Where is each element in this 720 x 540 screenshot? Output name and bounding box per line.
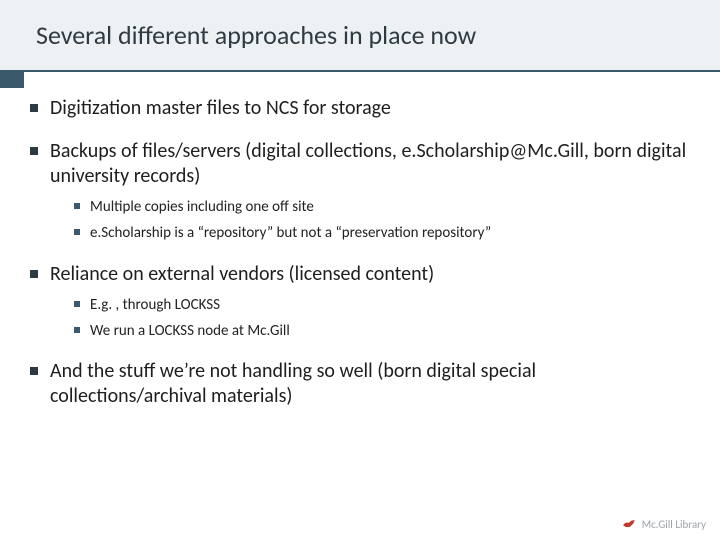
bullet-text: Reliance on external vendors (licensed c…: [50, 262, 434, 286]
accent-bar: [0, 70, 24, 88]
bullet-text: Multiple copies including one off site: [90, 198, 314, 216]
list-item: Digitization master files to NCS for sto…: [30, 96, 690, 121]
bullet-text: And the stuff we’re not handling so well…: [50, 359, 536, 408]
divider: [24, 70, 720, 72]
bullet-text: Backups of files/servers (digital collec…: [50, 139, 686, 188]
sub-list: E.g. , through LOCKSS We run a LOCKSS no…: [74, 295, 690, 342]
list-item: We run a LOCKSS node at Mc.Gill: [74, 321, 690, 341]
list-item: Multiple copies including one off site: [74, 197, 690, 217]
content-area: Digitization master files to NCS for sto…: [0, 70, 720, 409]
list-item: Backups of files/servers (digital collec…: [30, 139, 690, 244]
list-item: Reliance on external vendors (licensed c…: [30, 262, 690, 342]
bullet-text: Digitization master files to NCS for sto…: [50, 96, 391, 120]
slide: Several different approaches in place no…: [0, 0, 720, 540]
list-item: e.Scholarship is a “repository” but not …: [74, 223, 690, 243]
bullet-text: e.Scholarship is a “repository” but not …: [90, 224, 491, 242]
title-band: Several different approaches in place no…: [0, 0, 720, 70]
bird-icon: [622, 517, 636, 532]
footer: Mc.Gill Library: [622, 517, 706, 532]
list-item: And the stuff we’re not handling so well…: [30, 359, 690, 409]
slide-title: Several different approaches in place no…: [36, 19, 476, 51]
bullet-list: Digitization master files to NCS for sto…: [30, 96, 690, 409]
bullet-text: E.g. , through LOCKSS: [90, 296, 220, 314]
footer-brand: Mc.Gill Library: [642, 518, 706, 531]
sub-list: Multiple copies including one off site e…: [74, 197, 690, 244]
bullet-text: We run a LOCKSS node at Mc.Gill: [90, 322, 290, 340]
list-item: E.g. , through LOCKSS: [74, 295, 690, 315]
